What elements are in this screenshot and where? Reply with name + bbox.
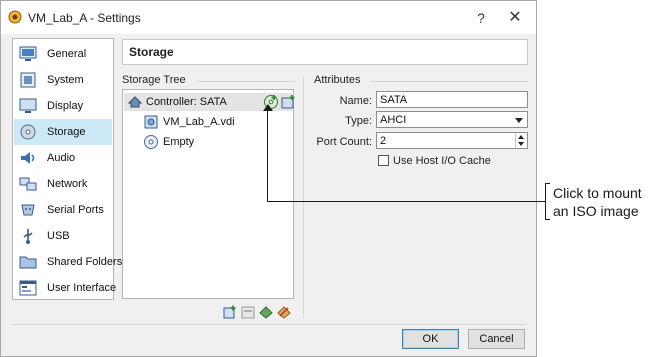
sidebar-item-serial-ports[interactable]: Serial Ports	[14, 197, 112, 223]
callout-line-2: an ISO image	[553, 203, 639, 219]
settings-sidebar: General System Display Storage Audio Net…	[12, 38, 122, 301]
close-button[interactable]: ✕	[501, 7, 529, 29]
storage-tree-divider	[197, 81, 295, 82]
page-title: Storage	[129, 45, 174, 59]
type-label: Type:	[345, 115, 372, 127]
tree-item-label: VM_Lab_A.vdi	[163, 116, 235, 128]
virtualbox-app-icon	[8, 10, 22, 24]
chevron-down-icon	[515, 118, 523, 123]
use-host-io-cache-label: Use Host I/O Cache	[393, 155, 491, 167]
type-select[interactable]: AHCI	[376, 111, 528, 128]
callout-line	[267, 201, 545, 202]
callout-bracket	[545, 183, 550, 220]
sidebar-item-network[interactable]: Network	[14, 171, 112, 197]
attributes-divider-vertical	[303, 76, 304, 318]
attributes-divider	[371, 81, 528, 82]
add-attachment-icon[interactable]	[259, 305, 273, 319]
sidebar-item-system[interactable]: System	[14, 67, 112, 93]
type-select-value: AHCI	[380, 114, 407, 126]
sidebar-item-label: User Interface	[47, 282, 117, 294]
spin-down-icon[interactable]	[518, 142, 524, 146]
controller-icon	[127, 96, 143, 108]
tree-item-hard-disk[interactable]: VM_Lab_A.vdi	[141, 113, 291, 131]
storage-tree-label: Storage Tree	[122, 74, 190, 86]
sidebar-item-label: Network	[47, 178, 88, 190]
callout-line-1: Click to mount	[553, 185, 642, 201]
callout-line	[267, 105, 268, 201]
serial-ports-icon	[21, 204, 35, 216]
callout-text: Click to mount an ISO image	[553, 184, 642, 220]
attributes-label: Attributes	[314, 74, 365, 86]
sidebar-item-label: Serial Ports	[47, 204, 104, 216]
network-icon	[19, 177, 37, 191]
sidebar-item-label: Display	[47, 100, 84, 112]
port-count-stepper[interactable]: 2	[376, 132, 528, 149]
hard-disk-icon	[144, 115, 158, 129]
sidebar-item-audio[interactable]: Audio	[14, 145, 112, 171]
sidebar-item-label: Shared Folders	[47, 256, 123, 268]
callout-arrowhead	[263, 104, 273, 111]
page-header: Storage	[122, 39, 528, 65]
name-input[interactable]	[376, 91, 528, 108]
name-label: Name:	[339, 95, 372, 107]
remove-controller-icon[interactable]	[241, 305, 255, 319]
storage-icon	[20, 124, 36, 140]
sidebar-item-label: USB	[47, 230, 70, 242]
audio-icon	[21, 152, 35, 164]
remove-attachment-icon[interactable]	[277, 305, 291, 319]
title-bar: VM_Lab_A - Settings ? ✕	[1, 1, 536, 34]
sidebar-item-user-interface[interactable]: User Interface	[14, 275, 116, 301]
port-count-value: 2	[380, 135, 387, 147]
ok-button[interactable]: OK	[402, 329, 459, 349]
user-interface-icon	[19, 280, 37, 296]
shared-folders-icon	[19, 256, 37, 269]
add-controller-icon[interactable]	[223, 305, 237, 319]
settings-window: VM_Lab_A - Settings ? ✕ General System D…	[0, 0, 537, 357]
sidebar-item-shared-folders[interactable]: Shared Folders	[14, 249, 122, 275]
sidebar-item-label: Storage	[47, 126, 86, 138]
sidebar-item-usb[interactable]: USB	[14, 223, 112, 249]
storage-tree[interactable]: Controller: SATA VM_Lab_A.vdi Empty	[122, 89, 296, 299]
window-title: VM_Lab_A - Settings	[28, 11, 141, 25]
optical-disc-icon	[144, 135, 158, 149]
general-icon	[19, 46, 37, 61]
display-icon	[19, 98, 37, 113]
use-host-io-cache-checkbox[interactable]	[378, 155, 389, 166]
sidebar-item-general[interactable]: General	[14, 41, 112, 67]
spin-buttons	[515, 133, 527, 148]
tree-item-label: Controller: SATA	[146, 96, 227, 108]
spin-up-icon[interactable]	[518, 135, 524, 139]
usb-icon	[23, 229, 33, 244]
tree-item-optical-drive[interactable]: Empty	[141, 133, 291, 151]
sidebar-item-display[interactable]: Display	[14, 93, 112, 119]
sidebar-item-label: Audio	[47, 152, 76, 164]
sidebar-item-label: General	[47, 48, 87, 60]
tree-item-label: Empty	[163, 136, 195, 148]
help-button[interactable]: ?	[467, 7, 495, 29]
cancel-button[interactable]: Cancel	[468, 329, 525, 349]
system-icon	[20, 72, 36, 88]
add-hard-disk-icon[interactable]	[280, 94, 296, 110]
sidebar-item-storage[interactable]: Storage	[14, 119, 112, 145]
sidebar-item-label: System	[47, 74, 84, 86]
bottom-divider	[12, 324, 527, 325]
port-count-label: Port Count:	[316, 136, 372, 148]
